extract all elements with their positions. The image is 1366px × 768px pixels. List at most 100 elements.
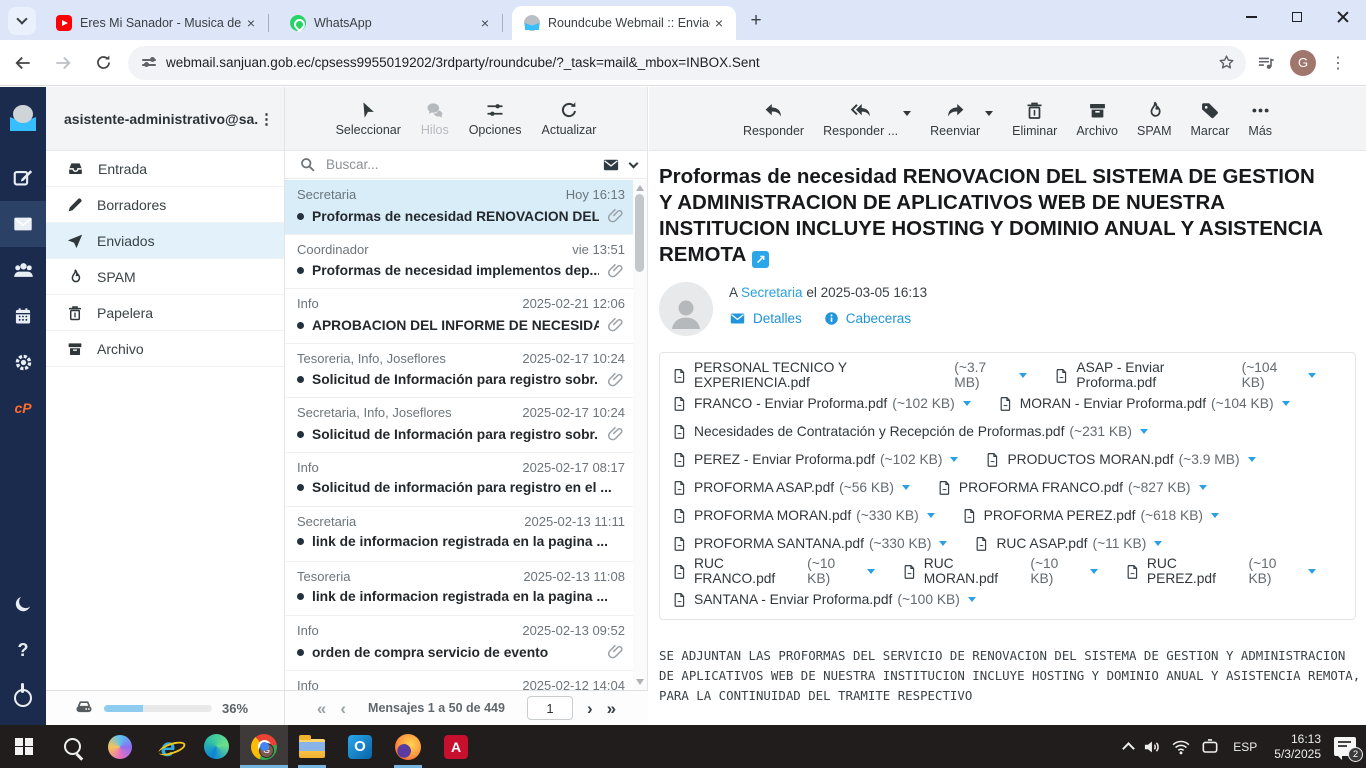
message-row[interactable]: Secretaria, Info, Joseflores2025-02-17 1… [285, 398, 633, 453]
calendar-nav-button[interactable] [0, 293, 46, 339]
forward-button[interactable]: Reenviar [930, 100, 980, 138]
options-button[interactable]: Opciones [469, 100, 522, 137]
attachment-link[interactable]: Necesidades de Contratación y Recepción … [672, 422, 1148, 441]
taskbar-acrobat-button[interactable]: A [432, 725, 480, 768]
scroll-up-icon[interactable] [636, 185, 644, 191]
attachment-menu-icon[interactable] [867, 569, 875, 574]
attachment-link[interactable]: SANTANA - Enviar Proforma.pdf(~100 KB) [672, 590, 976, 609]
recipient-link[interactable]: Secretaria [741, 285, 803, 300]
select-button[interactable]: Seleccionar [336, 100, 401, 137]
message-row[interactable]: Secretaria2025-02-13 11:11 link de infor… [285, 507, 633, 562]
tab-youtube[interactable]: Eres Mi Sanador - Musica de Ad × [44, 6, 268, 40]
tab-roundcube[interactable]: Roundcube Webmail :: Enviados × [512, 6, 736, 40]
taskbar-firefox-button[interactable] [384, 725, 432, 768]
folder-entrada[interactable]: Entrada [46, 151, 284, 187]
more-button[interactable]: Más [1248, 100, 1272, 138]
last-page-button[interactable]: » [607, 700, 616, 717]
attachment-link[interactable]: PROFORMA ASAP.pdf(~56 KB) [672, 478, 910, 497]
folder-papelera[interactable]: Papelera [46, 295, 284, 331]
compose-button[interactable] [0, 155, 46, 201]
taskbar-search-button[interactable] [48, 725, 96, 768]
tab-close-button[interactable]: × [476, 14, 494, 32]
scroll-down-icon[interactable] [636, 679, 644, 685]
forward-caret-icon[interactable] [985, 111, 993, 116]
taskbar-edge-button[interactable] [192, 725, 240, 768]
taskbar-explorer-button[interactable] [288, 725, 336, 768]
browser-menu-button[interactable]: ⋮ [1330, 53, 1346, 73]
account-menu-button[interactable]: ⋮ [259, 110, 274, 128]
refresh-button[interactable]: Actualizar [542, 100, 597, 137]
search-bar[interactable]: Buscar... [285, 151, 647, 179]
cpanel-button[interactable]: cP [0, 385, 46, 431]
attachment-menu-icon[interactable] [1199, 485, 1207, 490]
taskbar-chrome-button[interactable]: G [240, 725, 288, 768]
attachment-menu-icon[interactable] [902, 485, 910, 490]
back-button[interactable] [6, 46, 40, 80]
message-row[interactable]: Info2025-02-17 08:17 Solicitud de inform… [285, 453, 633, 508]
attachment-link[interactable]: PROFORMA FRANCO.pdf(~827 KB) [937, 478, 1207, 497]
attachment-menu-icon[interactable] [950, 457, 958, 462]
list-scrollbar[interactable] [633, 180, 647, 690]
attachment-link[interactable]: RUC ASAP.pdf(~11 KB) [974, 534, 1162, 553]
message-row[interactable]: Tesoreria, Info, Joseflores2025-02-17 10… [285, 344, 633, 399]
mail-nav-button[interactable] [0, 201, 46, 247]
attachment-menu-icon[interactable] [1211, 513, 1219, 518]
message-row[interactable]: SecretariaHoy 16:13 Proformas de necesid… [285, 180, 633, 235]
start-button[interactable] [0, 725, 48, 768]
reply-button[interactable]: Responder [743, 100, 804, 138]
search-options-chevron-icon[interactable] [629, 158, 639, 168]
help-button[interactable]: ? [0, 627, 46, 673]
scrollbar-thumb[interactable] [635, 194, 644, 272]
attachment-link[interactable]: PROFORMA PEREZ.pdf(~618 KB) [962, 506, 1219, 525]
new-tab-button[interactable]: + [742, 7, 770, 35]
attachment-link[interactable]: RUC FRANCO.pdf(~10 KB) [672, 556, 875, 586]
attachment-menu-icon[interactable] [1154, 541, 1162, 546]
tab-search-button[interactable] [8, 7, 36, 35]
search-scope-icon[interactable] [602, 156, 620, 174]
threads-button[interactable]: Hilos [421, 100, 449, 137]
reload-button[interactable] [86, 46, 120, 80]
headers-toggle[interactable]: Cabeceras [824, 311, 911, 326]
cast-icon[interactable] [1200, 737, 1220, 757]
folder-spam[interactable]: SPAM [46, 259, 284, 295]
attachment-menu-icon[interactable] [1308, 373, 1316, 378]
notification-center-button[interactable]: 2 [1334, 737, 1356, 756]
details-toggle[interactable]: Detalles [729, 310, 802, 327]
attachment-link[interactable]: PRODUCTOS MORAN.pdf(~3.9 MB) [985, 450, 1255, 469]
attachment-link[interactable]: PROFORMA MORAN.pdf(~330 KB) [672, 506, 935, 525]
media-controls-icon[interactable] [1256, 53, 1276, 73]
attachment-link[interactable]: FRANCO - Enviar Proforma.pdf(~102 KB) [672, 394, 971, 413]
message-row[interactable]: Coordinadorvie 13:51 Proformas de necesi… [285, 235, 633, 290]
attachment-link[interactable]: PEREZ - Enviar Proforma.pdf(~102 KB) [672, 450, 958, 469]
tab-whatsapp[interactable]: WhatsApp × [278, 6, 502, 40]
attachment-menu-icon[interactable] [1090, 569, 1098, 574]
site-info-icon[interactable] [142, 59, 156, 66]
search-input[interactable]: Buscar... [326, 157, 592, 172]
clock[interactable]: 16:13 5/3/2025 [1274, 732, 1321, 762]
attachment-menu-icon[interactable] [1282, 401, 1290, 406]
attachment-link[interactable]: PROFORMA SANTANA.pdf(~330 KB) [672, 534, 947, 553]
prev-page-button[interactable]: ‹ [340, 700, 346, 717]
settings-nav-button[interactable] [0, 339, 46, 385]
mark-button[interactable]: Marcar [1191, 100, 1230, 138]
folder-archivo[interactable]: Archivo [46, 331, 284, 367]
contacts-nav-button[interactable] [0, 247, 46, 293]
attachment-menu-icon[interactable] [1248, 457, 1256, 462]
folder-borradores[interactable]: Borradores [46, 187, 284, 223]
reply-all-caret-icon[interactable] [903, 111, 911, 116]
first-page-button[interactable]: « [317, 700, 326, 717]
forward-button[interactable] [46, 46, 80, 80]
address-bar[interactable]: webmail.sanjuan.gob.ec/cpsess9955019202/… [128, 46, 1246, 80]
attachment-menu-icon[interactable] [1308, 569, 1316, 574]
maximize-button[interactable] [1274, 0, 1320, 34]
close-button[interactable] [1320, 0, 1366, 34]
folder-enviados[interactable]: Enviados [46, 223, 284, 259]
delete-button[interactable]: Eliminar [1012, 100, 1057, 138]
logout-button[interactable] [0, 673, 46, 719]
attachment-menu-icon[interactable] [939, 541, 947, 546]
spam-button[interactable]: SPAM [1137, 100, 1172, 138]
attachment-menu-icon[interactable] [1019, 373, 1027, 378]
message-row[interactable]: Tesoreria2025-02-13 11:08 link de inform… [285, 562, 633, 617]
page-number-input[interactable] [527, 696, 573, 720]
message-row[interactable]: Info2025-02-21 12:06 APROBACION DEL INFO… [285, 289, 633, 344]
